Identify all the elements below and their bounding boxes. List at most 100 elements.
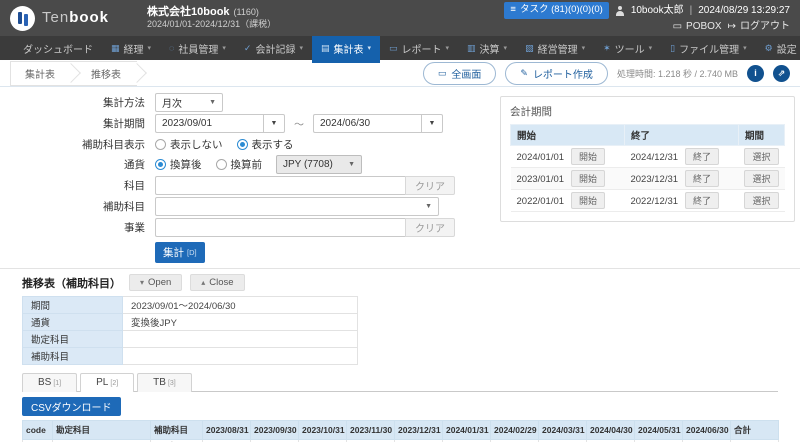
period-end-button[interactable]: 終了: [685, 192, 719, 209]
nav-item-accounting[interactable]: ▦経理▾: [102, 36, 160, 60]
shortcut-key: [D]: [187, 248, 197, 257]
account-clear-button[interactable]: クリア: [405, 176, 455, 195]
csv-download-button[interactable]: CSVダウンロード: [22, 397, 121, 416]
period-end-button[interactable]: 終了: [685, 148, 719, 165]
report-create-button[interactable]: ✎レポート作成: [505, 62, 608, 85]
open-button[interactable]: ▾Open: [129, 274, 182, 291]
period-label: 集計期間: [0, 116, 155, 131]
info-icon: i: [754, 68, 757, 78]
period-tilde: ～: [294, 116, 304, 131]
column-header: 2024/01/31: [443, 421, 491, 440]
user-name[interactable]: 10book太郎: [631, 3, 684, 18]
accounting-period-title: 会計期間: [510, 104, 785, 119]
close-button[interactable]: ▴Close: [190, 274, 244, 291]
sub-account-select[interactable]: ▼: [155, 197, 439, 216]
nav-item-dashboard[interactable]: ダッシュボード: [14, 36, 102, 60]
period-start-button[interactable]: 開始: [571, 148, 605, 165]
monitor-icon: ▭: [438, 68, 447, 79]
link-button[interactable]: ⇗: [773, 65, 790, 82]
sub-account-label: 補助科目: [0, 199, 155, 214]
people-icon: ◌: [169, 43, 174, 53]
column-header: 2023/10/31: [299, 421, 347, 440]
period-end-date: 2023/12/31: [630, 174, 678, 185]
bars-icon: ▥: [467, 43, 476, 54]
chevron-down-icon: ▾: [446, 44, 450, 52]
chevron-down-icon: ▾: [582, 44, 586, 52]
method-select[interactable]: 月次▼: [155, 93, 223, 112]
currency-select[interactable]: JPY (7708)▼: [276, 155, 362, 174]
nav-item-summary[interactable]: ▤集計表▾: [312, 36, 380, 60]
logout-icon: ↦: [728, 19, 736, 34]
method-label: 集計方法: [0, 95, 155, 110]
aggregate-button[interactable]: 集計[D]: [155, 242, 205, 263]
nav-item-reports[interactable]: ▭レポート▾: [380, 36, 458, 60]
period-end-cell: 2023/12/31 終了: [624, 168, 738, 190]
period-select-cell: 選択: [738, 146, 784, 168]
business-input[interactable]: [155, 218, 405, 237]
chevron-up-icon: ▴: [201, 278, 205, 287]
chevron-down-icon: ▾: [148, 44, 152, 52]
period-select-button[interactable]: 選択: [744, 192, 778, 209]
period-from-dropdown[interactable]: ▼: [263, 114, 285, 133]
column-header: 2024/02/29: [491, 421, 539, 440]
currency-option-before: 換算前: [231, 157, 263, 172]
pobox-link[interactable]: ▭POBOX: [673, 19, 722, 34]
chevron-down-icon: ▾: [140, 278, 144, 287]
screen-icon: ▭: [389, 43, 398, 54]
period-to-input[interactable]: 2024/06/30: [313, 114, 421, 133]
fiscal-period: 2024/01/01-2024/12/31（課税）: [147, 19, 276, 30]
currency-radio-before[interactable]: [216, 159, 227, 170]
period-start-cell: 2022/01/01 開始: [511, 190, 625, 212]
period-to-dropdown[interactable]: ▼: [421, 114, 443, 133]
period-row: 2023/01/01開始 2023/12/31 終了 選択: [511, 168, 785, 190]
column-header: 補助科目: [151, 421, 203, 440]
tab-label: PL: [96, 377, 108, 388]
period-from-input[interactable]: 2023/09/01: [155, 114, 263, 133]
chevron-down-icon: ▾: [367, 44, 371, 52]
nav-item-closing[interactable]: ▥決算▾: [458, 36, 516, 60]
column-header: 2023/11/30: [347, 421, 395, 440]
nav-item-label: 集計表: [333, 41, 363, 56]
period-start-cell: 2023/01/01開始: [511, 168, 625, 190]
account-input[interactable]: [155, 176, 405, 195]
period-start-button[interactable]: 開始: [571, 192, 605, 209]
nav-item-label: 会計記録: [255, 41, 295, 56]
period-end-cell: 2022/12/31終了: [624, 190, 738, 212]
nav-item-label: 経営管理: [538, 41, 578, 56]
nav-item-management[interactable]: ▧経営管理▾: [516, 36, 594, 60]
sub-display-radio-hide[interactable]: [155, 139, 166, 150]
tab-bs[interactable]: BS[1]: [22, 373, 77, 392]
column-header: 2024/05/31: [635, 421, 683, 440]
nav-item-label: 決算: [480, 41, 500, 56]
company-info: 株式会社10book(1160) 2024/01/01-2024/12/31（課…: [147, 6, 276, 31]
sub-display-radio-show[interactable]: [237, 139, 248, 150]
currency-radio-after[interactable]: [155, 159, 166, 170]
nav-item-records[interactable]: ✓会計記録▾: [235, 36, 312, 60]
tab-tb[interactable]: TB[3]: [137, 373, 192, 392]
nav-item-files[interactable]: ▯ファイル管理▾: [661, 36, 755, 60]
business-clear-button[interactable]: クリア: [405, 218, 455, 237]
period-end-button[interactable]: 終了: [685, 170, 719, 187]
info-label: 勘定科目: [23, 331, 123, 348]
chevron-down-icon: ▼: [425, 203, 432, 210]
sub-display-label: 補助科目表示: [0, 137, 155, 152]
info-label: 補助科目: [23, 348, 123, 365]
info-label: 期間: [23, 297, 123, 314]
period-start-button[interactable]: 開始: [571, 170, 605, 187]
task-badge[interactable]: ≡タスク (81)(0)(0)(0): [504, 2, 608, 18]
info-button[interactable]: i: [747, 65, 764, 82]
main-nav: ダッシュボード▦経理▾◌社員管理▾✓会計記録▾▤集計表▾▭レポート▾▥決算▾▧経…: [0, 36, 800, 60]
nav-item-settings[interactable]: ⚙設定▾: [756, 36, 800, 60]
tenbook-logo[interactable]: Tenbook: [10, 6, 109, 31]
logout-link[interactable]: ↦ログアウト: [728, 19, 790, 34]
tab-pl[interactable]: PL[2]: [80, 373, 134, 392]
nav-item-employees[interactable]: ◌社員管理▾: [160, 36, 235, 60]
nav-item-label: ツール: [615, 41, 645, 56]
period-select-button[interactable]: 選択: [744, 170, 778, 187]
fullscreen-button[interactable]: ▭全画面: [423, 62, 497, 85]
chevron-down-icon: ▾: [222, 44, 226, 52]
period-start-date: 2022/01/01: [517, 196, 565, 207]
nav-item-tools[interactable]: ✶ツール▾: [594, 36, 661, 60]
period-select-button[interactable]: 選択: [744, 148, 778, 165]
breadcrumb-item-summary[interactable]: 集計表: [10, 61, 71, 86]
